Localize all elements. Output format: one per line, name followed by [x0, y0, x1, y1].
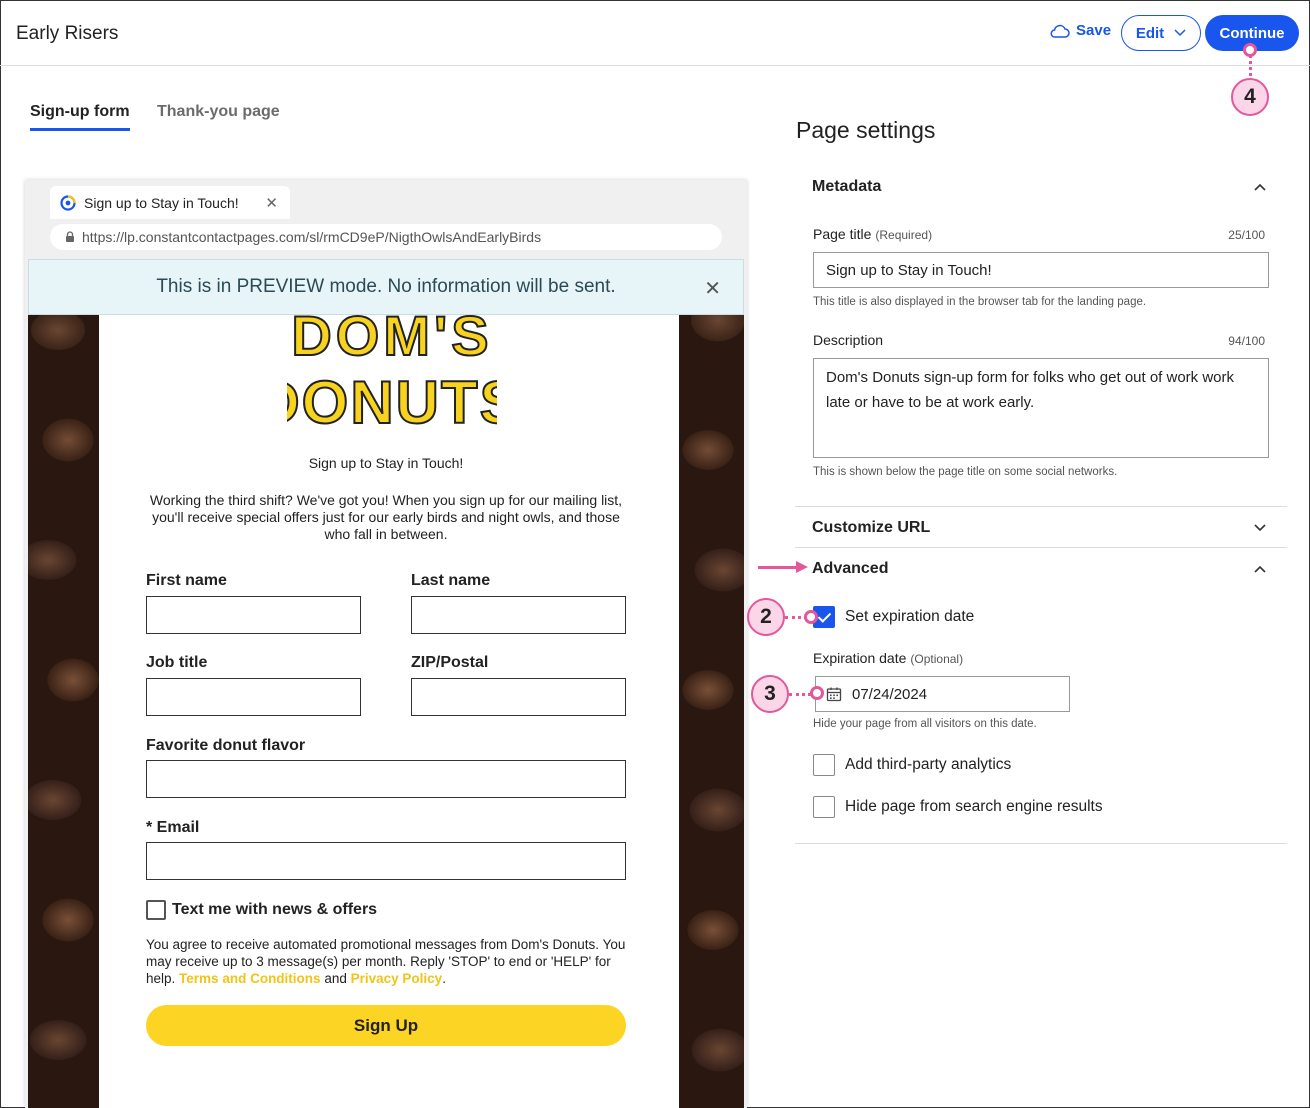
logo-text-doms: DOM'S: [291, 310, 492, 367]
annotation-badge-4: 4: [1231, 78, 1269, 116]
metadata-heading[interactable]: Metadata: [812, 178, 881, 196]
set-expiration-row[interactable]: Set expiration date: [813, 606, 974, 628]
expiration-help: Hide your page from all visitors on this…: [813, 718, 1037, 730]
flavor-input[interactable]: [146, 760, 626, 798]
chevron-down-icon: [1174, 29, 1186, 37]
last-name-input[interactable]: [411, 596, 626, 634]
browser-tab-title: Sign up to Stay in Touch!: [84, 194, 239, 211]
email-input[interactable]: [146, 842, 626, 880]
privacy-link[interactable]: Privacy Policy: [351, 971, 443, 986]
tab-thank-you-page[interactable]: Thank-you page: [157, 103, 280, 121]
preview-banner: This is in PREVIEW mode. No information …: [28, 259, 744, 315]
save-label: Save: [1076, 22, 1112, 39]
and-text: and: [324, 971, 347, 986]
form-intro: Working the third shift? We've got you! …: [149, 492, 623, 542]
hide-search-checkbox[interactable]: [813, 796, 835, 818]
sms-opt-in[interactable]: Text me with news & offers: [146, 900, 377, 920]
analytics-label: Add third-party analytics: [845, 756, 1012, 773]
expiration-optional: (Optional): [910, 652, 964, 666]
chevron-up-icon[interactable]: [1253, 562, 1267, 576]
expiration-date-value: 07/24/2024: [852, 685, 928, 703]
calendar-icon[interactable]: [826, 686, 842, 702]
page-title-help: This title is also displayed in the brow…: [813, 296, 1147, 308]
address-bar[interactable]: https://lp.constantcontactpages.com/sl/r…: [50, 224, 722, 250]
page-title-input[interactable]: Sign up to Stay in Touch!: [813, 252, 1269, 288]
divider: [795, 843, 1287, 844]
page-title-required: (Required): [875, 228, 933, 242]
analytics-row[interactable]: Add third-party analytics: [813, 754, 1011, 776]
edit-label: Edit: [1135, 24, 1165, 42]
divider: [795, 506, 1287, 507]
first-name-label: First name: [146, 572, 227, 589]
annotation-dot-2: [804, 610, 818, 624]
app-title: Early Risers: [16, 23, 119, 44]
doms-donuts-logo: DOM'S DONUTS: [287, 310, 497, 430]
page-title-count: 25/100: [1228, 228, 1265, 242]
annotation-arrow-line: [758, 566, 798, 569]
annotation-dot-4: [1243, 43, 1257, 57]
flavor-label: Favorite donut flavor: [146, 737, 306, 754]
expiration-date-input[interactable]: 07/24/2024: [815, 676, 1070, 712]
job-title-label: Job title: [146, 654, 208, 671]
period-text: .: [442, 971, 446, 986]
email-label: * Email: [146, 819, 200, 836]
description-textarea[interactable]: Dom's Donuts sign-up form for folks who …: [813, 358, 1269, 458]
advanced-heading[interactable]: Advanced: [812, 560, 888, 578]
chevron-down-icon[interactable]: [1253, 521, 1267, 535]
terms-link[interactable]: Terms and Conditions: [179, 971, 321, 986]
top-bar: Early Risers Save Edit Continue: [0, 0, 1310, 66]
sms-label: Text me with news & offers: [172, 901, 378, 918]
url-text: https://lp.constantcontactpages.com/sl/r…: [82, 229, 542, 245]
logo-text-donuts: DONUTS: [287, 369, 497, 430]
save-button[interactable]: Save: [1050, 22, 1111, 39]
page-settings-title: Page settings: [796, 117, 936, 143]
zip-input[interactable]: [411, 678, 626, 716]
sign-up-button[interactable]: Sign Up: [146, 1005, 626, 1046]
browser-tab[interactable]: Sign up to Stay in Touch! ✕: [50, 186, 290, 219]
page-title-label: Page title (Required): [813, 226, 932, 242]
sms-checkbox[interactable]: [146, 900, 166, 920]
cloud-icon: [1050, 24, 1070, 38]
expiration-checkbox-label: Set expiration date: [845, 608, 975, 625]
page-title-label-text: Page title: [813, 226, 872, 242]
last-name-label: Last name: [411, 572, 491, 589]
edit-button[interactable]: Edit: [1121, 15, 1201, 51]
expiration-date-label-text: Expiration date: [813, 650, 907, 666]
lock-icon: [66, 231, 74, 242]
tab-sign-up-form[interactable]: Sign-up form: [30, 103, 130, 131]
description-help: This is shown below the page title on so…: [813, 466, 1118, 478]
expiration-date-label: Expiration date (Optional): [813, 650, 963, 666]
hide-search-row[interactable]: Hide page from search engine results: [813, 796, 1103, 818]
divider: [795, 547, 1287, 548]
annotation-dot-3: [810, 686, 824, 700]
form-title: Sign up to Stay in Touch!: [308, 455, 464, 471]
hide-search-label: Hide page from search engine results: [845, 798, 1103, 815]
chevron-up-icon[interactable]: [1253, 180, 1267, 194]
preview-banner-text: This is in PREVIEW mode. No information …: [156, 276, 616, 297]
first-name-input[interactable]: [146, 596, 361, 634]
annotation-badge-2: 2: [747, 598, 785, 636]
annotation-connector-3: [789, 693, 811, 696]
zip-label: ZIP/Postal: [411, 654, 489, 671]
constant-contact-icon: [60, 194, 76, 211]
description-count: 94/100: [1228, 334, 1265, 348]
analytics-checkbox[interactable]: [813, 754, 835, 776]
annotation-badge-3: 3: [751, 675, 789, 713]
customize-url-heading[interactable]: Customize URL: [812, 519, 930, 537]
sms-disclaimer: You agree to receive automated promotion…: [146, 936, 626, 987]
close-tab-icon[interactable]: ✕: [265, 194, 278, 212]
job-title-input[interactable]: [146, 678, 361, 716]
annotation-arrow-head: [796, 561, 808, 573]
description-label: Description: [813, 332, 884, 348]
close-banner-icon[interactable]: ✕: [704, 276, 721, 301]
